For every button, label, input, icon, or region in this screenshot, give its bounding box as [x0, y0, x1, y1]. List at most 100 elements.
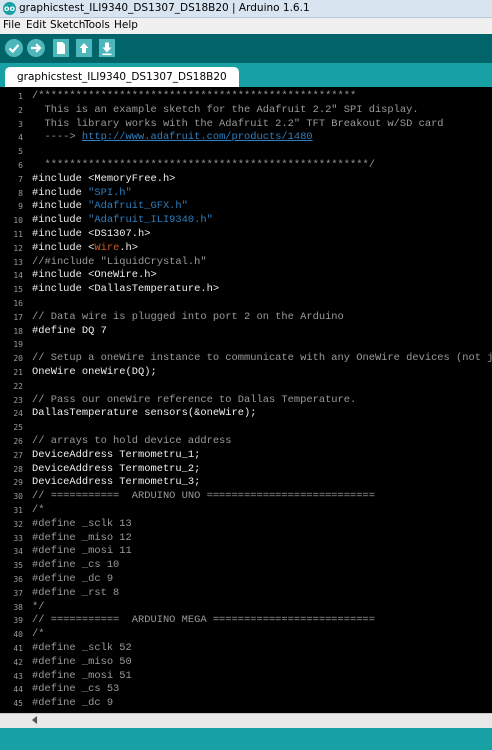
line-number: 7	[18, 174, 23, 184]
line-number: 1	[18, 92, 23, 101]
code-line[interactable]: #include <DallasTemperature.h>	[32, 283, 219, 296]
code-token: #include	[32, 214, 89, 227]
line-number: 19	[13, 340, 23, 350]
code-line[interactable]: // Setup a oneWire instance to communica…	[32, 352, 492, 365]
line-number: 21	[13, 368, 23, 377]
code-token: OneWire oneWire(DQ);	[32, 366, 157, 378]
scroll-left-arrow-icon[interactable]	[32, 716, 37, 724]
line-number: 15	[13, 285, 23, 295]
code-line[interactable]: DeviceAddress Termometru_3;	[32, 476, 200, 489]
open-icon[interactable]	[76, 39, 92, 57]
code-line[interactable]: /***************************************…	[32, 90, 356, 103]
code-line[interactable]: #include "Adafruit_ILI9340.h"	[32, 214, 213, 227]
new-icon[interactable]	[53, 39, 69, 57]
menu-sketch[interactable]: Sketch	[50, 19, 85, 31]
code-line[interactable]: This is an example sketch for the Adafru…	[32, 104, 418, 117]
code-line[interactable]: #include <OneWire.h>	[32, 269, 157, 282]
line-number: 34	[13, 547, 23, 557]
code-line[interactable]: // =========== ARDUINO UNO =============…	[32, 490, 375, 503]
line-number: 4	[18, 133, 23, 143]
code-token: .h>	[119, 241, 139, 254]
code-line[interactable]: #include "Adafruit_GFX.h"	[32, 200, 188, 213]
code-token: // arrays to hold device address	[32, 435, 232, 447]
line-number: 36	[13, 575, 23, 584]
code-token: // =========== ARDUINO MEGA ============…	[32, 614, 375, 627]
menu-tools[interactable]: Tools	[84, 19, 110, 31]
line-number: 12	[13, 243, 23, 253]
save-icon[interactable]	[99, 39, 115, 57]
code-line[interactable]: #define _rst 8	[32, 587, 119, 600]
code-line[interactable]: /*	[32, 628, 44, 641]
code-link[interactable]: http://www.adafruit.com/products/1480	[82, 131, 313, 143]
line-number: 40	[13, 630, 23, 640]
code-token: // Setup a oneWire instance to communica…	[32, 352, 492, 365]
code-token: #include <	[32, 241, 95, 254]
tab-bar: graphicstest_ILI9340_DS1307_DS18B20	[0, 63, 492, 87]
code-line[interactable]: OneWire oneWire(DQ);	[32, 366, 157, 379]
line-number: 42	[13, 657, 23, 667]
line-number: 29	[13, 478, 23, 488]
upload-icon[interactable]	[27, 39, 45, 57]
code-line[interactable]: #include <MemoryFree.h>	[32, 173, 175, 186]
code-line[interactable]: // =========== ARDUINO MEGA ============…	[32, 614, 375, 627]
code-line[interactable]: DallasTemperature sensors(&oneWire);	[32, 407, 256, 420]
line-number: 44	[13, 685, 23, 695]
code-token: #define _cs 53	[32, 683, 120, 696]
code-line[interactable]: #include <Wire.h>	[32, 242, 138, 255]
code-line[interactable]: This library works with the Adafruit 2.2…	[32, 117, 444, 131]
code-line[interactable]: #define _miso 50	[32, 656, 132, 669]
code-line[interactable]: #define _sclk 13	[32, 518, 132, 531]
line-number: 43	[13, 671, 23, 681]
code-line[interactable]: */	[32, 601, 44, 614]
menu-file[interactable]: File	[3, 19, 21, 31]
line-number: 27	[13, 450, 23, 460]
code-line[interactable]: #define _dc 9	[32, 573, 113, 586]
code-token: // Data wire is plugged into port 2 on t…	[32, 310, 344, 323]
line-number: 6	[18, 161, 23, 170]
code-line[interactable]: #define _miso 12	[32, 532, 132, 545]
code-line[interactable]: #include <DS1307.h>	[32, 228, 150, 241]
code-token: #define _miso 50	[32, 655, 132, 668]
code-line[interactable]: ****************************************…	[32, 159, 375, 172]
code-token: ****************************************…	[32, 159, 375, 171]
toolbar	[0, 34, 492, 63]
code-token: #include <MemoryFree.h>	[32, 172, 176, 185]
code-line[interactable]: #define _dc 9	[32, 697, 113, 710]
line-number: 31	[13, 506, 23, 515]
line-number: 28	[13, 464, 23, 474]
code-token: #include	[32, 186, 89, 199]
code-line[interactable]: DeviceAddress Termometru_2;	[32, 463, 200, 476]
code-line[interactable]: // Data wire is plugged into port 2 on t…	[32, 311, 344, 324]
code-token: This library works with the Adafruit 2.2…	[32, 117, 444, 130]
code-line[interactable]: #define _cs 10	[32, 559, 119, 572]
code-token: /***************************************…	[32, 90, 357, 102]
code-line[interactable]: /*	[32, 504, 44, 517]
line-number: 39	[13, 616, 23, 626]
code-line[interactable]: #define _sclk 52	[32, 642, 132, 655]
code-line[interactable]: // arrays to hold device address	[32, 435, 232, 448]
code-line[interactable]: #define DQ 7	[32, 325, 107, 338]
tab-sketch[interactable]: graphicstest_ILI9340_DS1307_DS18B20	[5, 67, 239, 87]
menu-edit[interactable]: Edit	[26, 19, 46, 31]
verify-icon[interactable]	[5, 39, 23, 57]
line-number: 14	[13, 271, 23, 281]
code-line[interactable]: //#include "LiquidCrystal.h"	[32, 256, 207, 269]
code-editor[interactable]: 1 2 3 4 5 6 7 8 9 10 11 12 13 14 15 16 17 18 19 20 21 22 23 24 2…	[0, 87, 492, 713]
code-line[interactable]: #define _cs 53	[32, 683, 119, 696]
window-title: graphicstest_ILI9340_DS1307_DS18B20 | Ar…	[19, 2, 310, 14]
code-token: #include <DallasTemperature.h>	[32, 283, 220, 296]
code-line[interactable]: ----> http://www.adafruit.com/products/1…	[32, 131, 313, 144]
code-token: #include <OneWire.h>	[32, 269, 157, 282]
code-line[interactable]: #define _mosi 11	[32, 545, 132, 558]
code-line[interactable]: // Pass our oneWire reference to Dallas …	[32, 394, 356, 407]
line-number: 13	[13, 257, 23, 267]
code-token: #define _rst 8	[32, 586, 120, 599]
code-line[interactable]: #define _mosi 51	[32, 670, 132, 683]
code-line[interactable]: DeviceAddress Termometru_1;	[32, 449, 200, 462]
horizontal-scrollbar[interactable]	[0, 713, 492, 728]
line-number: 18	[13, 326, 23, 336]
menu-help[interactable]: Help	[114, 19, 138, 31]
code-token: //#include "LiquidCrystal.h"	[32, 255, 207, 268]
code-line[interactable]: #include "SPI.h"	[32, 187, 132, 200]
code-token: #define _miso 12	[32, 531, 132, 544]
